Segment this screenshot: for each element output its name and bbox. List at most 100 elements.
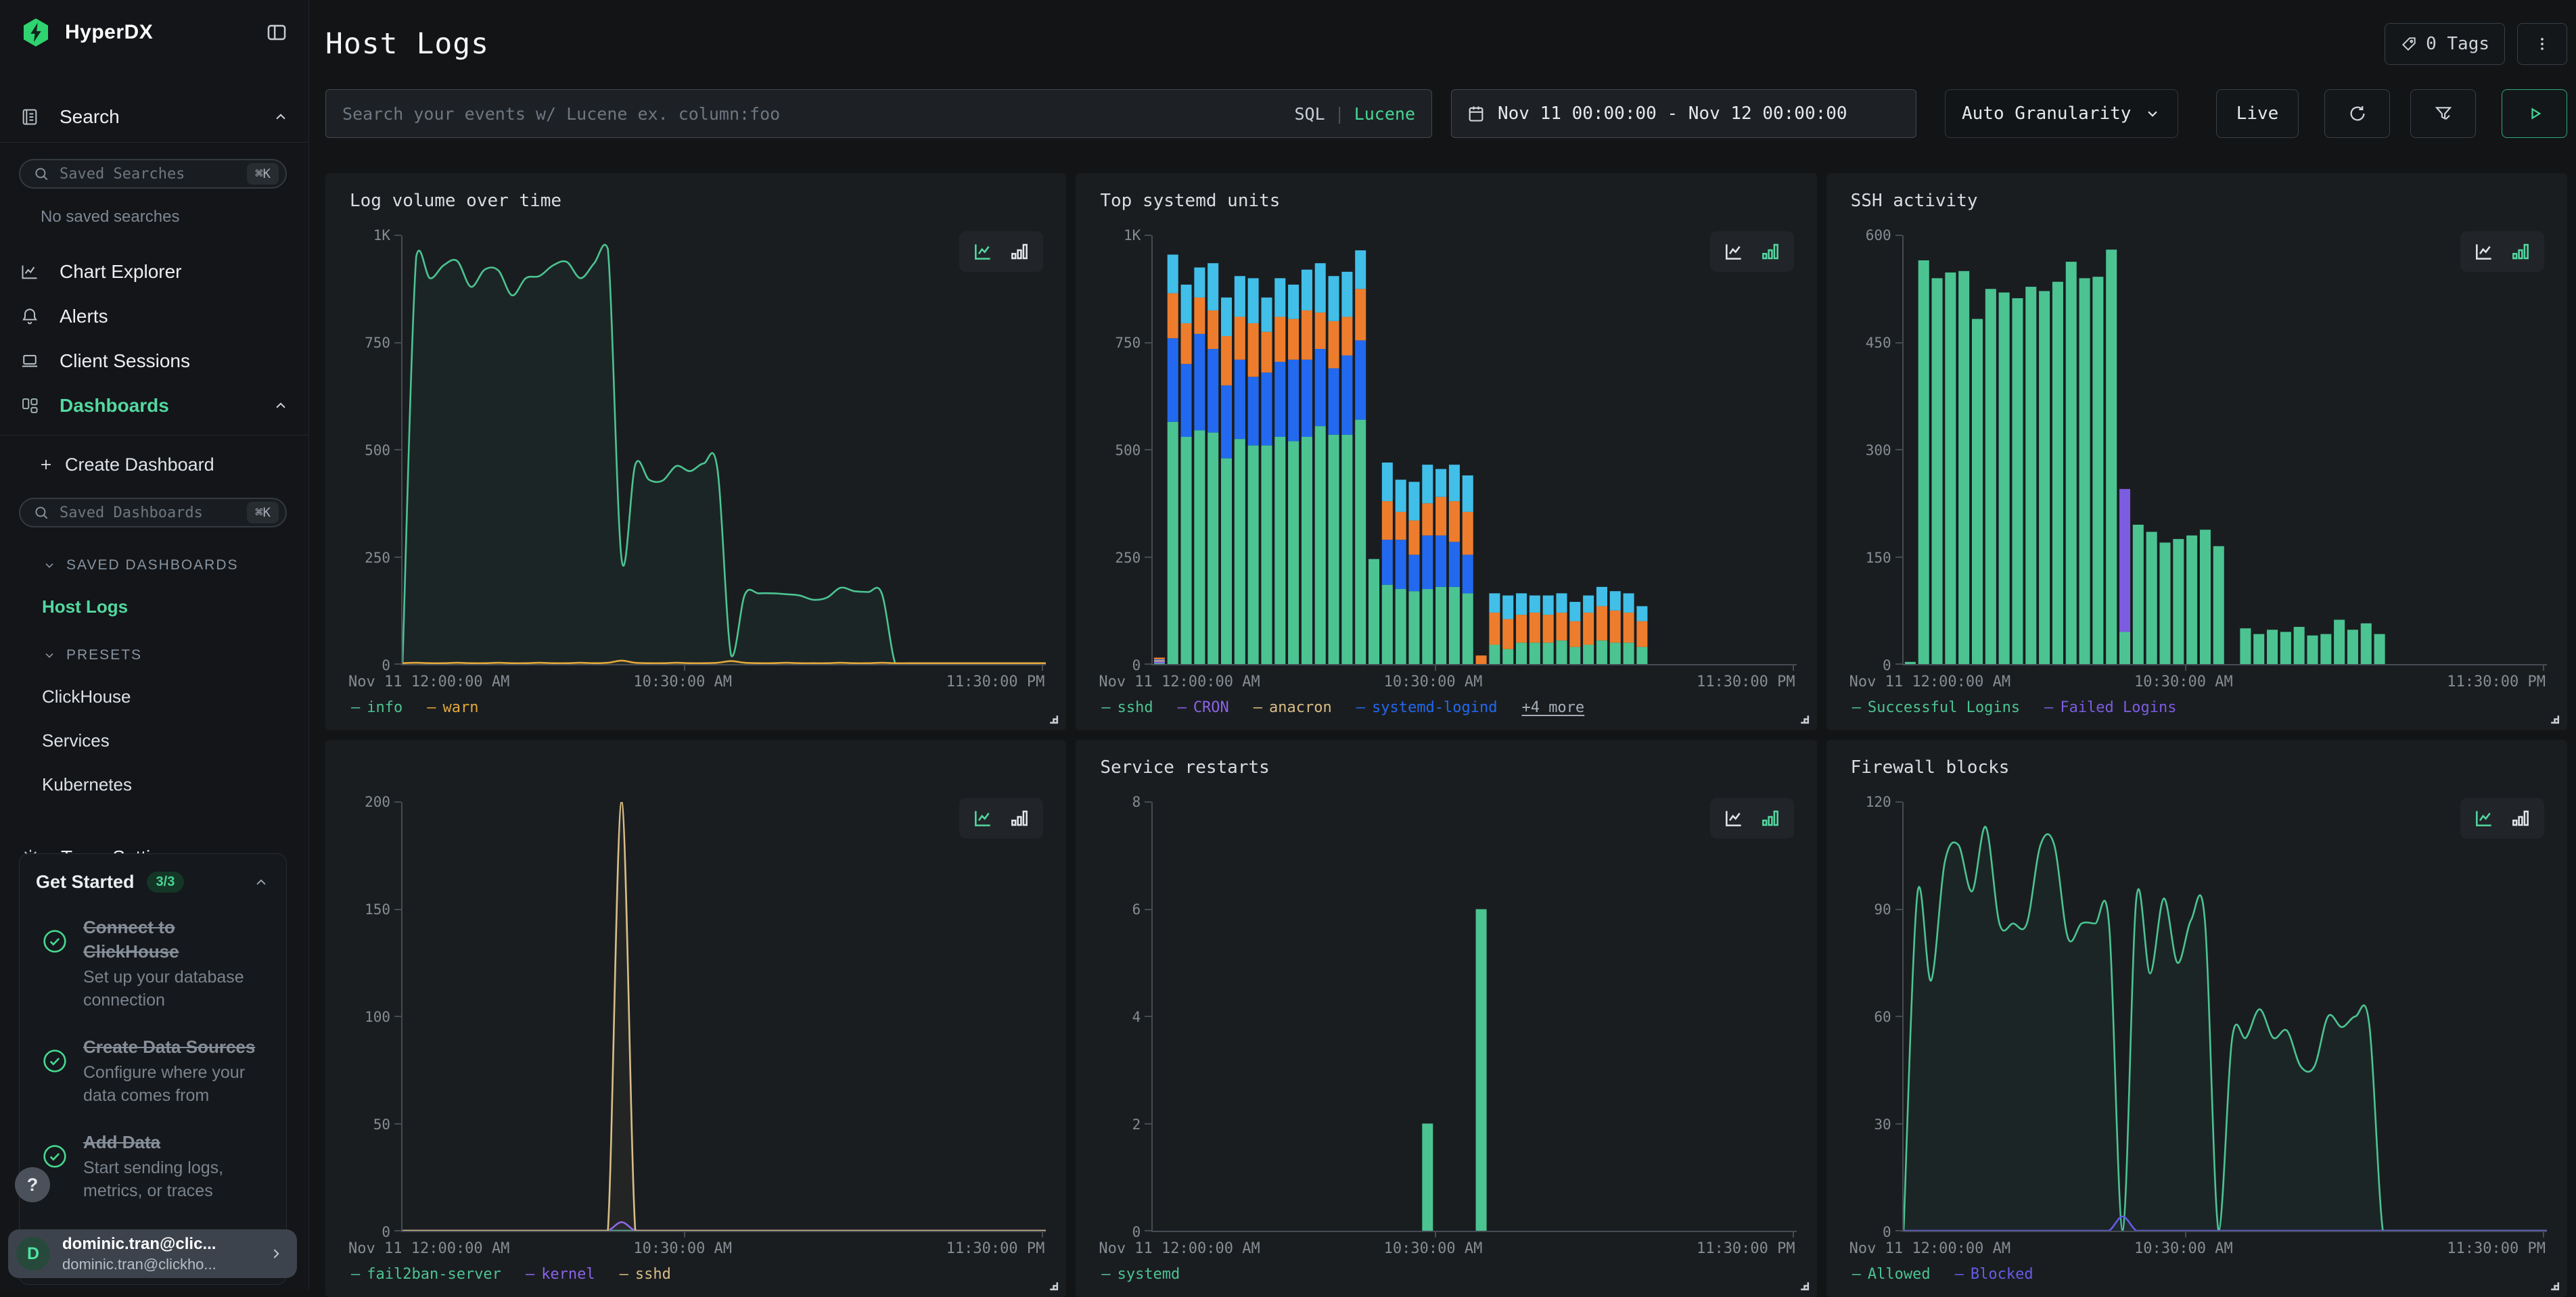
chart-card: SSH activity 0150300450600 Nov 11 12:00:… <box>1826 173 2567 730</box>
bar-chart-icon-button[interactable] <box>1009 241 1030 262</box>
more-options-button[interactable] <box>2517 23 2567 65</box>
saved-dashboards-input[interactable]: Saved Dashboards ⌘K <box>19 498 287 527</box>
legend-item[interactable]: —Successful Logins <box>1852 699 2020 716</box>
chart-canvas <box>1904 235 2547 664</box>
create-dashboard-label: Create Dashboard <box>65 454 214 475</box>
event-search-input[interactable]: Search your events w/ Lucene ex. column:… <box>325 89 1432 138</box>
presets-section-toggle[interactable]: PRESETS <box>42 647 308 663</box>
sidebar-item-alerts[interactable]: Alerts <box>0 294 308 339</box>
resize-handle-icon[interactable] <box>1048 713 1059 725</box>
user-name: dominic.tran@clic... <box>62 1235 267 1254</box>
y-tick-mark <box>1145 449 1151 450</box>
bar-chart-icon-button[interactable] <box>1009 807 1030 829</box>
legend-more-link[interactable]: +4 more <box>1521 699 1584 716</box>
help-button[interactable]: ? <box>15 1167 50 1202</box>
y-axis-labels: 02468 <box>1093 802 1151 1232</box>
legend-item[interactable]: —info <box>351 699 402 716</box>
saved-searches-input[interactable]: Saved Searches ⌘K <box>19 159 287 189</box>
y-tick-mark <box>1145 1230 1151 1231</box>
legend-item[interactable]: —fail2ban-server <box>351 1266 501 1283</box>
y-axis-labels: 02505007501K <box>343 235 401 665</box>
legend-swatch: — <box>351 1266 360 1283</box>
y-tick-mark <box>394 342 401 344</box>
legend-swatch: — <box>2044 699 2053 716</box>
lucene-mode-button[interactable]: Lucene <box>1354 104 1415 124</box>
resize-handle-icon[interactable] <box>1048 1280 1059 1292</box>
chevron-up-icon[interactable] <box>252 874 270 891</box>
y-tick-label: 750 <box>365 335 390 351</box>
run-query-button[interactable] <box>2502 89 2567 138</box>
legend-item[interactable]: —Failed Logins <box>2044 699 2176 716</box>
sidebar-item-dashboards[interactable]: Dashboards <box>0 383 308 428</box>
collapse-sidebar-button[interactable] <box>265 21 288 44</box>
live-button[interactable]: Live <box>2216 89 2299 138</box>
bar-chart-icon-button[interactable] <box>1760 807 1781 829</box>
resize-handle-icon[interactable] <box>2549 1280 2560 1292</box>
y-tick-mark <box>1895 909 1902 910</box>
bar-chart-icon-button[interactable] <box>1760 241 1781 262</box>
y-tick-label: 6 <box>1132 901 1141 918</box>
filter-button[interactable] <box>2410 89 2476 138</box>
line-view-button[interactable] <box>2473 241 2495 262</box>
y-tick-label: 200 <box>365 794 390 810</box>
x-tick-label: 11:30:00 PM <box>946 674 1045 690</box>
y-tick-mark <box>1895 557 1902 558</box>
get-started-step-connect[interactable]: Connect to ClickHouse Set up your databa… <box>36 916 270 1012</box>
legend-item[interactable]: —systemd-logind <box>1356 699 1498 716</box>
legend-item[interactable]: —Allowed <box>1852 1266 1931 1283</box>
line-chart-icon <box>972 807 994 829</box>
x-axis-labels: Nov 11 12:00:00 AM 10:30:00 AM 11:30:00 … <box>401 665 1044 694</box>
sidebar-item-label: Search <box>60 106 272 128</box>
legend-swatch: — <box>620 1266 628 1283</box>
legend-item[interactable]: —sshd <box>1101 699 1153 716</box>
sidebar-item-host-logs[interactable]: Host Logs <box>42 596 308 617</box>
resize-handle-icon[interactable] <box>1799 1280 1810 1292</box>
legend-item[interactable]: —anacron <box>1254 699 1332 716</box>
sidebar-item-search[interactable]: Search <box>0 99 308 135</box>
line-view-button[interactable] <box>1723 807 1745 829</box>
sidebar-item-kubernetes[interactable]: Kubernetes <box>42 774 308 795</box>
get-started-step-add-data[interactable]: Add Data Start sending logs, metrics, or… <box>36 1131 270 1203</box>
y-tick-label: 0 <box>382 657 390 674</box>
sql-mode-button[interactable]: SQL <box>1294 104 1325 124</box>
legend-item[interactable]: —warn <box>427 699 478 716</box>
date-range-picker[interactable]: Nov 11 00:00:00 - Nov 12 00:00:00 <box>1451 89 1916 138</box>
bar-chart-icon-button[interactable] <box>2510 807 2531 829</box>
check-circle-icon <box>41 1143 68 1170</box>
legend-item[interactable]: —sshd <box>620 1266 671 1283</box>
date-range-value: Nov 11 00:00:00 - Nov 12 00:00:00 <box>1498 103 1847 124</box>
line-view-button[interactable] <box>972 241 994 262</box>
refresh-button[interactable] <box>2324 89 2390 138</box>
sidebar-item-label: Chart Explorer <box>60 261 290 283</box>
step-description: Configure where your data comes from <box>83 1061 270 1108</box>
resize-handle-icon[interactable] <box>2549 713 2560 725</box>
sidebar-item-chart-explorer[interactable]: Chart Explorer <box>0 250 308 294</box>
granularity-select[interactable]: Auto Granularity <box>1945 89 2178 138</box>
y-tick-mark <box>1895 342 1902 344</box>
sidebar-item-clickhouse[interactable]: ClickHouse <box>42 686 308 707</box>
step-description: Start sending logs, metrics, or traces <box>83 1156 270 1203</box>
legend-item[interactable]: —CRON <box>1178 699 1229 716</box>
app-title: HyperDX <box>65 21 153 44</box>
tags-button[interactable]: 0 Tags <box>2385 23 2505 65</box>
sidebar-item-client-sessions[interactable]: Client Sessions <box>0 339 308 383</box>
bar-chart-icon-button[interactable] <box>2510 241 2531 262</box>
x-tick-label: Nov 11 12:00:00 AM <box>348 674 509 690</box>
user-menu[interactable]: D dominic.tran@clic... dominic.tran@clic… <box>8 1229 297 1278</box>
plot-area <box>1151 802 1796 1232</box>
chart-title: Firewall blocks <box>1851 757 2547 780</box>
saved-dashboards-section-toggle[interactable]: SAVED DASHBOARDS <box>42 557 308 573</box>
legend-item[interactable]: —systemd <box>1101 1266 1180 1283</box>
sidebar-item-services[interactable]: Services <box>42 730 308 751</box>
line-view-button[interactable] <box>1723 241 1745 262</box>
resize-handle-icon[interactable] <box>1799 713 1810 725</box>
line-view-button[interactable] <box>2473 807 2495 829</box>
chart-card: Log volume over time 02505007501K Nov 11… <box>325 173 1066 730</box>
legend-item[interactable]: —kernel <box>526 1266 595 1283</box>
search-icon <box>32 504 50 521</box>
legend-item[interactable]: —Blocked <box>1955 1266 2033 1283</box>
chart-title: Top systemd units <box>1100 191 1796 214</box>
create-dashboard-button[interactable]: Create Dashboard <box>38 448 308 481</box>
line-view-button[interactable] <box>972 807 994 829</box>
get-started-step-sources[interactable]: Create Data Sources Configure where your… <box>36 1035 270 1108</box>
